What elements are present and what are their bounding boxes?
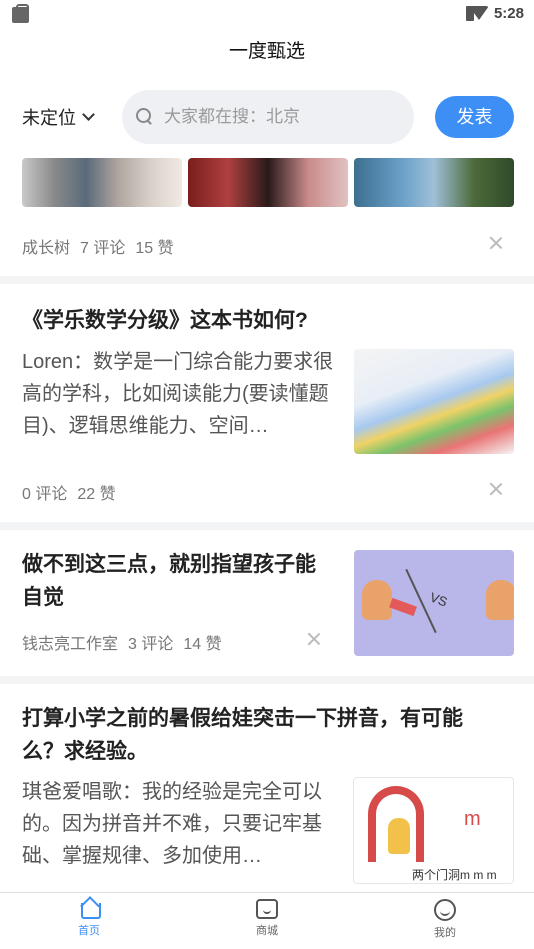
post-title: 《学乐数学分级》这本书如何? (22, 309, 308, 332)
location-selector[interactable]: 未定位 (22, 104, 95, 130)
home-icon (78, 899, 101, 919)
status-bar: 5:28 (0, 0, 534, 30)
like-count: 15 赞 (135, 240, 174, 257)
post-excerpt: 琪爸爱唱歌：我的经验是完全可以的。因为拼音并不难，只要记牢基础、掌握规律、多加使… (22, 781, 322, 867)
like-count: 14 赞 (183, 636, 222, 653)
post-meta: 成长树 7 评论 15 赞 (22, 234, 184, 258)
divider (0, 522, 534, 530)
status-time: 5:28 (493, 5, 524, 22)
cartoon-figure (362, 580, 392, 620)
tab-label: 商城 (256, 925, 278, 937)
search-icon (136, 108, 154, 126)
tab-home[interactable]: 首页 (59, 899, 119, 938)
page-title: 一度甄选 (228, 41, 305, 62)
feed-item[interactable]: 成长树 7 评论 15 赞 (0, 158, 534, 276)
post-thumbnail[interactable]: m 两个门洞m m m (353, 777, 514, 884)
tab-shop[interactable]: 商城 (237, 899, 297, 938)
tab-label: 首页 (78, 925, 100, 937)
cartoon-figure (486, 580, 514, 620)
comment-count: 7 评论 (80, 240, 126, 257)
comment-count: 3 评论 (128, 636, 174, 653)
post-image[interactable] (354, 158, 514, 207)
cartoon-figure (388, 818, 410, 854)
bottom-tab-bar: 首页 商城 我的 (0, 892, 534, 949)
post-image[interactable] (22, 158, 182, 207)
post-image[interactable] (188, 158, 348, 207)
feed-item[interactable]: 打算小学之前的暑假给娃突击一下拼音，有可能么？求经验。 琪爸爱唱歌：我的经验是完… (0, 684, 534, 892)
divider (0, 276, 534, 284)
post-excerpt: Loren：数学是一门综合能力要求很高的学科，比如阅读能力(要读懂题目)、逻辑思… (22, 351, 334, 437)
bag-icon (12, 4, 29, 23)
comment-count: 0 评论 (22, 486, 68, 503)
thumb-letter: m (464, 808, 481, 830)
thumb-vs-text: VS (427, 589, 450, 610)
post-thumbnail[interactable] (354, 349, 514, 454)
search-box[interactable] (122, 90, 414, 144)
location-label: 未定位 (22, 108, 76, 128)
cartoon-book (389, 597, 417, 617)
post-author: 成长树 (22, 240, 71, 257)
post-meta: 钱志亮工作室 3 评论 14 赞 (22, 630, 232, 654)
close-icon[interactable] (489, 482, 503, 496)
toolbar: 未定位 发表 (0, 90, 534, 144)
close-icon[interactable] (489, 236, 503, 250)
chevron-down-icon (82, 107, 95, 121)
tab-me[interactable]: 我的 (415, 899, 475, 940)
divider (0, 676, 534, 684)
close-icon[interactable] (307, 632, 321, 646)
battery-icon (466, 6, 474, 21)
thumb-caption: 两个门洞m m m (412, 868, 497, 882)
feed-item[interactable]: 《学乐数学分级》这本书如何? Loren：数学是一门综合能力要求很高的学科，比如… (0, 284, 534, 522)
search-input[interactable] (164, 107, 404, 127)
post-thumbnail[interactable]: VS (354, 550, 514, 656)
smile-icon (434, 899, 456, 921)
publish-button[interactable]: 发表 (435, 96, 514, 138)
like-count: 22 赞 (77, 486, 116, 503)
feed-item[interactable]: 做不到这三点，就别指望孩子能自觉 钱志亮工作室 3 评论 14 赞 VS (0, 530, 534, 676)
post-meta: 0 评论 22 赞 (22, 480, 126, 504)
post-title: 打算小学之前的暑假给娃突击一下拼音，有可能么？求经验。 (22, 707, 463, 763)
shop-icon (256, 899, 278, 919)
feed-list: 成长树 7 评论 15 赞 《学乐数学分级》这本书如何? Loren：数学是一门综合… (0, 158, 534, 892)
post-author: 钱志亮工作室 (22, 636, 119, 653)
tab-label: 我的 (434, 927, 456, 939)
post-title: 做不到这三点，就别指望孩子能自觉 (22, 553, 316, 609)
